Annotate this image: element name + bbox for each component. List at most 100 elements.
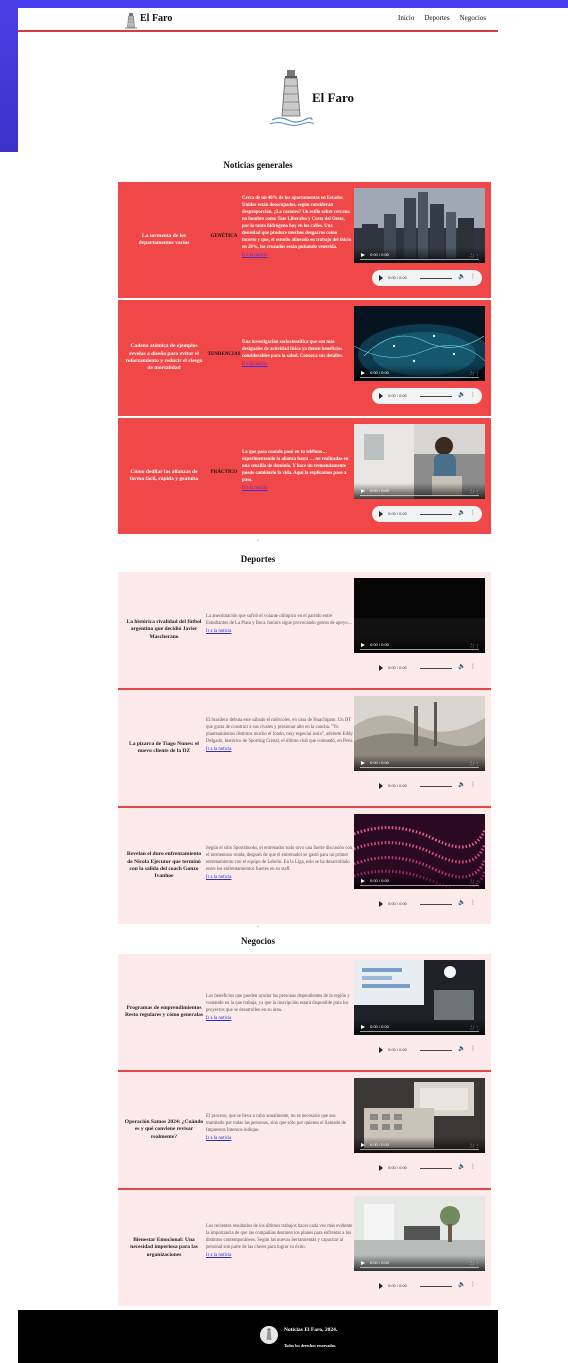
news-video-player[interactable]: 0:00 / 0:00 ⛶ ⋮ <box>354 960 485 1035</box>
news-video-player[interactable]: 0:00 / 0:00 ⛶ ⋮ <box>354 814 485 889</box>
video-play-icon[interactable] <box>361 253 365 257</box>
audio-play-icon[interactable] <box>379 1283 383 1289</box>
news-card-title[interactable]: Cadena atómica de ejemplos revelas a dis… <box>124 300 204 416</box>
audio-play-icon[interactable] <box>379 783 383 789</box>
video-play-icon[interactable] <box>361 879 365 883</box>
video-fullscreen-icon[interactable]: ⛶ ⋮ <box>471 1143 479 1148</box>
video-play-icon[interactable] <box>361 489 365 493</box>
audio-progress[interactable] <box>420 785 452 787</box>
news-card-link[interactable]: Ir a la noticia <box>206 1016 231 1023</box>
video-fullscreen-icon[interactable]: ⛶ ⋮ <box>471 489 479 494</box>
audio-play-icon[interactable] <box>379 1047 383 1053</box>
audio-progress[interactable] <box>420 1285 452 1287</box>
news-card-link[interactable]: Ir a la noticia <box>242 253 267 260</box>
volume-icon[interactable]: 🔈 <box>458 391 465 398</box>
news-card-link[interactable]: Ir a la noticia <box>206 875 231 882</box>
news-video-player[interactable]: 0:00 / 0:00 ⛶ ⋮ <box>354 424 485 499</box>
video-play-icon[interactable] <box>361 1025 365 1029</box>
video-fullscreen-icon[interactable]: ⛶ ⋮ <box>471 879 479 884</box>
volume-icon[interactable]: 🔈 <box>458 1281 465 1288</box>
video-fullscreen-icon[interactable]: ⛶ ⋮ <box>471 1025 479 1030</box>
news-audio-player[interactable]: 0:00 / 0:00 🔈 ⋮ <box>372 896 482 912</box>
audio-progress[interactable] <box>420 513 452 515</box>
news-video-player[interactable]: 0:00 / 0:00 ⛶ ⋮ <box>354 578 485 653</box>
video-fullscreen-icon[interactable]: ⛶ ⋮ <box>471 371 479 376</box>
news-audio-player[interactable]: 0:00 / 0:00 🔈 ⋮ <box>372 1160 482 1176</box>
news-card-link[interactable]: Ir a la noticia <box>206 629 231 636</box>
more-options-icon[interactable]: ⋮ <box>470 663 476 670</box>
news-video-player[interactable]: 0:00 / 0:00 ⛶ ⋮ <box>354 306 485 381</box>
news-audio-player[interactable]: 0:00 / 0:00 🔈 ⋮ <box>372 270 482 286</box>
news-card-title[interactable]: La pizarra de Tiago Nunes: el nuevo clie… <box>124 690 204 806</box>
video-fullscreen-icon[interactable]: ⛶ ⋮ <box>471 1261 479 1266</box>
news-audio-player[interactable]: 0:00 / 0:00 🔈 ⋮ <box>372 778 482 794</box>
news-audio-player[interactable]: 0:00 / 0:00 🔈 ⋮ <box>372 506 482 522</box>
more-options-icon[interactable]: ⋮ <box>470 1281 476 1288</box>
more-options-icon[interactable]: ⋮ <box>470 1045 476 1052</box>
video-progress[interactable] <box>360 259 479 260</box>
volume-icon[interactable]: 🔈 <box>458 1163 465 1170</box>
video-play-icon[interactable] <box>361 761 365 765</box>
volume-icon[interactable]: 🔈 <box>458 1045 465 1052</box>
audio-progress[interactable] <box>420 667 452 669</box>
video-fullscreen-icon[interactable]: ⛶ ⋮ <box>471 761 479 766</box>
audio-play-icon[interactable] <box>379 901 383 907</box>
news-card-title[interactable]: Revelan el duro enfrentamiento de Nicola… <box>124 808 204 924</box>
more-options-icon[interactable]: ⋮ <box>470 509 476 516</box>
video-play-icon[interactable] <box>361 1143 365 1147</box>
video-progress[interactable] <box>360 1267 479 1268</box>
audio-play-icon[interactable] <box>379 1165 383 1171</box>
video-play-icon[interactable] <box>361 643 365 647</box>
volume-icon[interactable]: 🔈 <box>458 273 465 280</box>
news-card-link[interactable]: Ir a la noticia <box>206 747 231 754</box>
nav-link-negocios[interactable]: Negocios <box>460 14 486 22</box>
audio-progress[interactable] <box>420 1167 452 1169</box>
audio-play-icon[interactable] <box>379 275 383 281</box>
news-video-player[interactable]: 0:00 / 0:00 ⛶ ⋮ <box>354 188 485 263</box>
audio-play-icon[interactable] <box>379 393 383 399</box>
video-play-icon[interactable] <box>361 371 365 375</box>
video-progress[interactable] <box>360 885 479 886</box>
volume-icon[interactable]: 🔈 <box>458 781 465 788</box>
more-options-icon[interactable]: ⋮ <box>470 391 476 398</box>
nav-link-inicio[interactable]: Inicio <box>398 14 414 22</box>
lighthouse-logo-icon[interactable] <box>121 10 141 30</box>
video-progress[interactable] <box>360 767 479 768</box>
news-audio-player[interactable]: 0:00 / 0:00 🔈 ⋮ <box>372 388 482 404</box>
video-fullscreen-icon[interactable]: ⛶ ⋮ <box>471 253 479 258</box>
news-video-player[interactable]: 0:00 / 0:00 ⛶ ⋮ <box>354 1078 485 1153</box>
video-progress[interactable] <box>360 1149 479 1150</box>
audio-progress[interactable] <box>420 903 452 905</box>
audio-progress[interactable] <box>420 1049 452 1051</box>
volume-icon[interactable]: 🔈 <box>458 899 465 906</box>
news-audio-player[interactable]: 0:00 / 0:00 🔈 ⋮ <box>372 1278 482 1294</box>
news-card-title[interactable]: Programas de emprendimientos Resto regul… <box>124 954 204 1070</box>
nav-brand[interactable]: El Faro <box>140 13 172 24</box>
news-audio-player[interactable]: 0:00 / 0:00 🔈 ⋮ <box>372 1042 482 1058</box>
news-card-link[interactable]: Ir a la noticia <box>242 362 267 369</box>
more-options-icon[interactable]: ⋮ <box>470 1163 476 1170</box>
nav-link-deportes[interactable]: Deportes <box>424 14 449 22</box>
video-play-icon[interactable] <box>361 1261 365 1265</box>
audio-progress[interactable] <box>420 395 452 397</box>
news-card-title[interactable]: La tormenta de los departamentos vacíos <box>124 182 204 298</box>
more-options-icon[interactable]: ⋮ <box>470 781 476 788</box>
audio-play-icon[interactable] <box>379 665 383 671</box>
news-card-title[interactable]: Bienestar Emocional: Una necesidad imper… <box>124 1190 204 1306</box>
news-card-link[interactable]: Ir a la noticia <box>206 1136 231 1143</box>
volume-icon[interactable]: 🔈 <box>458 663 465 670</box>
news-card-title[interactable]: La histórica rivalidad del fútbol argent… <box>124 572 204 688</box>
volume-icon[interactable]: 🔈 <box>458 509 465 516</box>
more-options-icon[interactable]: ⋮ <box>470 273 476 280</box>
more-options-icon[interactable]: ⋮ <box>470 899 476 906</box>
video-progress[interactable] <box>360 1031 479 1032</box>
audio-progress[interactable] <box>420 277 452 279</box>
audio-play-icon[interactable] <box>379 511 383 517</box>
video-progress[interactable] <box>360 377 479 378</box>
news-card-title[interactable]: Operación Samos 2024: ¿Cuándo es y qué c… <box>124 1072 204 1188</box>
news-audio-player[interactable]: 0:00 / 0:00 🔈 ⋮ <box>372 660 482 676</box>
news-video-player[interactable]: 0:00 / 0:00 ⛶ ⋮ <box>354 1196 485 1271</box>
video-progress[interactable] <box>360 649 479 650</box>
video-progress[interactable] <box>360 495 479 496</box>
news-video-player[interactable]: 0:00 / 0:00 ⛶ ⋮ <box>354 696 485 771</box>
